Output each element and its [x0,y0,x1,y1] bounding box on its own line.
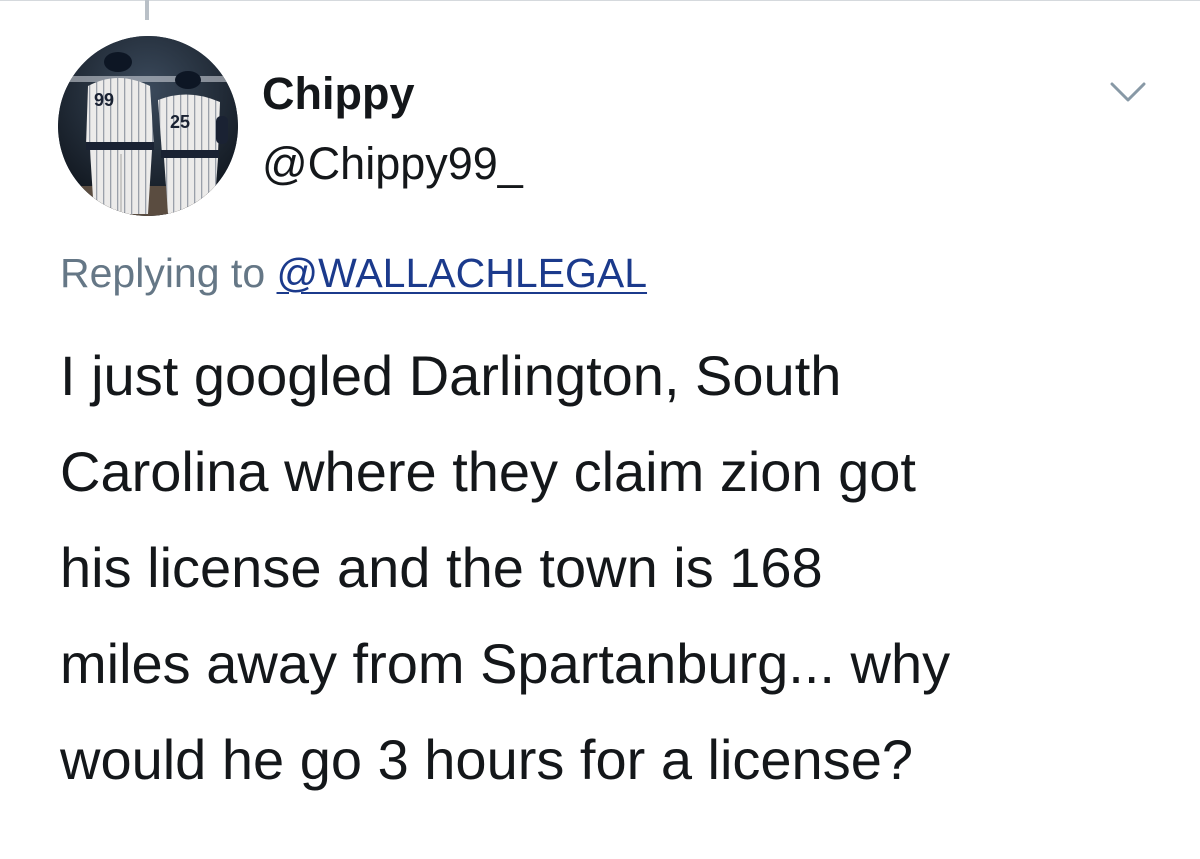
tweet-text: I just googled Darlington, South Carolin… [60,328,1170,808]
author-handle[interactable]: @Chippy99_ [262,138,523,190]
reply-context-label: Replying to [60,250,277,296]
tweet-menu-button[interactable] [1106,76,1150,106]
chevron-down-icon [1110,82,1146,102]
reply-mention-link[interactable]: @WALLACHLEGAL [277,250,648,296]
tweet-text-line: his license and the town is 168 [60,536,823,599]
tweet-page: 99 25 Chippy @Chippy99_ Replying to @WAL… [0,0,1200,859]
tweet-text-line: would he go 3 hours for a license? [60,728,913,791]
avatar-image: 99 25 [58,36,238,216]
reply-context: Replying to @WALLACHLEGAL [60,248,647,298]
jersey-number-25: 25 [170,112,190,132]
author-display-name[interactable]: Chippy [262,68,415,120]
tweet-text-line: Carolina where they claim zion got [60,440,916,503]
thread-connector-line [145,0,149,20]
jersey-number-99: 99 [94,90,114,110]
avatar[interactable]: 99 25 [58,36,238,216]
tweet-text-line: I just googled Darlington, South [60,344,842,407]
tweet-text-line: miles away from Spartanburg... why [60,632,951,695]
divider [0,0,1200,1]
